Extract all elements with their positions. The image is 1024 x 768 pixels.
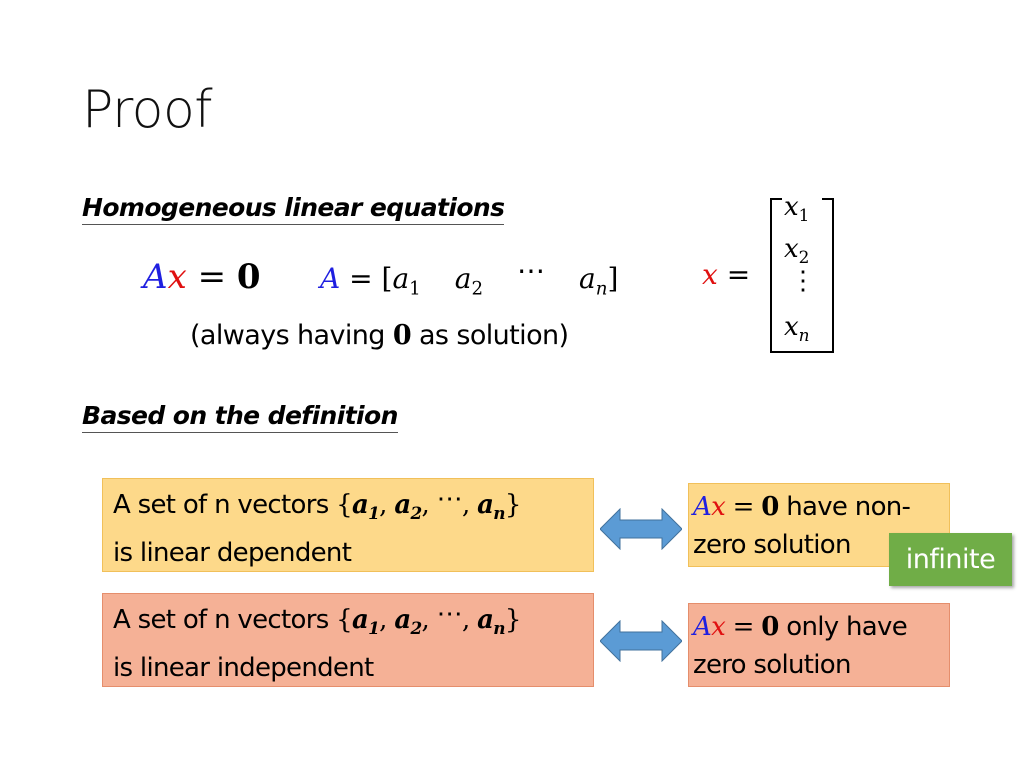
symbol-A: A [320, 262, 341, 295]
vector-x-label: x = [702, 258, 751, 291]
column-a2: a2 [454, 262, 484, 300]
column-vector-brackets: x1 x2 ⋮ xn [770, 192, 834, 355]
vector-vdots: ⋮ [790, 266, 816, 296]
vector-x-definition: x = x1 x2 ⋮ xn [702, 192, 842, 358]
vector-entry-x2: x2 [784, 234, 810, 267]
column-a1: a1 [392, 262, 421, 300]
bracket-open: [ [381, 262, 393, 295]
vector-entry-x1: x1 [784, 192, 810, 225]
symbol-x: x [167, 257, 187, 297]
zero-vector: 0 [236, 257, 261, 297]
independent-line1: A set of n vectors {a1, a2, ⋯, an} [113, 599, 521, 638]
vector-entry-xn: xn [784, 312, 810, 345]
ellipsis: ⋯ [517, 254, 546, 287]
matrix-a-definition: A = [a1 a2 ⋯ an] [320, 254, 619, 300]
section-heading-definition: Based on the definition [82, 401, 398, 433]
bracket-close: ] [607, 262, 619, 295]
nonzero-line1: Ax = 0 have non- [693, 492, 911, 522]
equals-sign: = [349, 262, 373, 295]
slide-title: Proof [82, 80, 213, 140]
equals-sign: = [197, 257, 227, 297]
zero-vector: 0 [392, 320, 412, 351]
double-arrow-icon [600, 508, 682, 550]
independent-statement-box: A set of n vectors {a1, a2, ⋯, an} is li… [102, 593, 594, 687]
dependent-line2: is linear dependent [113, 537, 352, 568]
equation-ax-equals-zero: Ax = 0 [143, 257, 261, 297]
dependent-line1: A set of n vectors {a1, a2, ⋯, an} [113, 484, 521, 523]
zero-line2: zero solution [693, 650, 851, 680]
section-heading-homogeneous: Homogeneous linear equations [82, 193, 505, 225]
zero-solution-box: Ax = 0 only have zero solution [688, 603, 950, 687]
note-always-zero-solution: (always having 0 as solution) [190, 320, 569, 351]
double-arrow-icon [600, 620, 682, 662]
infinite-badge: infinite [889, 533, 1012, 586]
column-an: an [579, 262, 608, 300]
independent-line2: is linear independent [113, 652, 374, 683]
symbol-A: A [143, 257, 168, 297]
dependent-statement-box: A set of n vectors {a1, a2, ⋯, an} is li… [102, 478, 594, 572]
zero-line1: Ax = 0 only have [693, 612, 908, 642]
